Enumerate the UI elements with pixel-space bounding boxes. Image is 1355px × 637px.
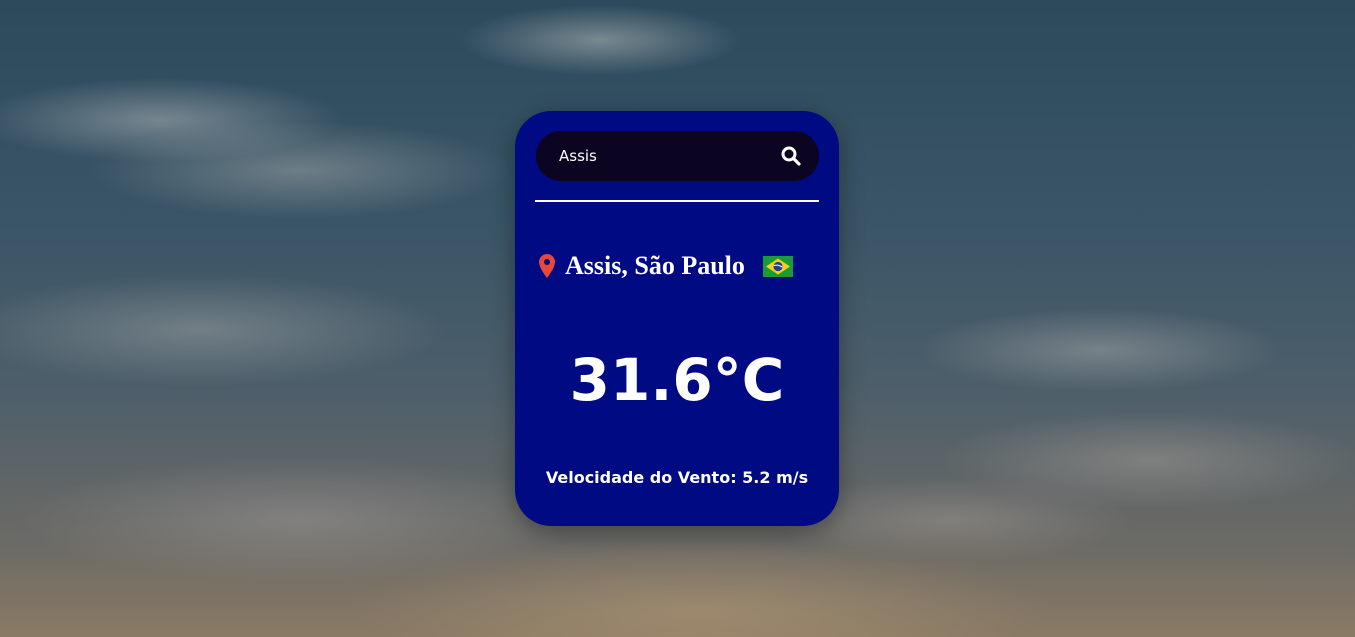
search-icon <box>781 146 801 166</box>
search-button[interactable] <box>776 141 806 171</box>
wind-speed: Velocidade do Vento: 5.2 m/s <box>545 468 809 487</box>
map-pin-icon <box>539 254 555 278</box>
divider <box>535 200 819 202</box>
city-search-input[interactable] <box>559 145 769 167</box>
weather-card: Assis, São Paulo 31.6°C Velocidade do Ve… <box>515 111 839 526</box>
city-name: Assis, São Paulo <box>565 251 745 280</box>
location-row: Assis, São Paulo <box>539 250 821 282</box>
search-bar <box>536 131 819 181</box>
brazil-flag-icon <box>762 255 793 277</box>
temperature: 31.6°C <box>569 346 785 414</box>
